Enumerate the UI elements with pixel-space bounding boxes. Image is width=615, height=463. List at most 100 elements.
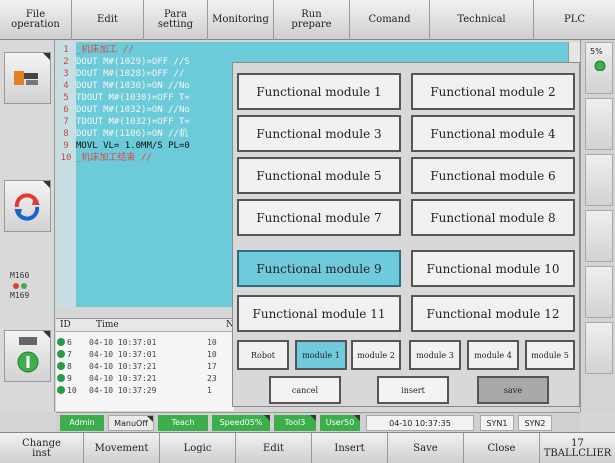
menu-technical[interactable]: Technical [430,0,534,40]
line-number: 4 [63,81,69,91]
line-code: DOUT M#(1028)=OFF // [76,69,185,79]
change-inst-button[interactable]: Change inst [0,433,84,463]
log-id: 10 [67,386,77,395]
status-speed[interactable]: Speed05% [212,415,270,431]
teach-pendant-button[interactable] [4,52,51,104]
log-row[interactable]: 6 04-10 10:37:01 10 [56,337,234,348]
coordinate-button[interactable] [4,180,51,232]
tab-module-1[interactable]: module 1 [295,340,347,370]
line-code: MOVL VL= 1.0MM/S PL=0 [76,141,190,151]
status-tool[interactable]: Tool3 [274,415,316,431]
insert-key-button[interactable]: Insert [312,433,388,463]
edit-button[interactable]: Edit [236,433,312,463]
robot-arm-icon [14,71,38,85]
menu-monitoring[interactable]: Monitoring [208,0,274,40]
module-button-6[interactable]: Functional module 6 [411,157,575,194]
log-row[interactable]: 9 04-10 10:37:21 23 [56,373,234,384]
line-code: _机床加工结束 // [76,153,152,163]
module-button-1[interactable]: Functional module 1 [237,73,401,110]
program-line[interactable]: 7 TDOUT M#(1032)=OFF T= [56,116,190,128]
program-line[interactable]: 8 DOUT M#(1106)=ON //机 [56,128,188,140]
right-slot-5[interactable] [585,266,613,318]
corner-notch [43,181,50,188]
corner-notch [310,415,316,421]
status-user: Admin [60,415,104,431]
io-counter-top: M160 [10,271,30,280]
log-n: 1 [207,386,212,395]
right-slot-2[interactable] [585,98,613,150]
log-time: 04-10 10:37:29 [89,386,157,395]
tab-robot[interactable]: Robot [237,340,289,370]
module-button-11[interactable]: Functional module 11 [237,295,401,332]
menu-plc[interactable]: PLC [534,0,615,40]
module-button-12[interactable]: Functional module 12 [411,295,575,332]
line-code: TDOUT M#(1030)=OFF T= [76,93,190,103]
menu-edit[interactable]: Edit [72,0,144,40]
log-row[interactable]: 10 04-10 10:37:29 1 [56,385,234,396]
line-code: DOUT M#(1032)=ON //No [76,105,190,115]
menu-run-prepare[interactable]: Run prepare [274,0,350,40]
tab-module-3[interactable]: module 3 [409,340,461,370]
module-button-10[interactable]: Functional module 10 [411,250,575,287]
gauge-icon [594,60,606,71]
log-id: 9 [67,374,72,383]
tab-module-4[interactable]: module 4 [467,340,519,370]
page-button[interactable]: 17 TBALLCLIER [540,433,615,463]
coordinate-arrows-icon [14,193,40,221]
movement-button[interactable]: Movement [84,433,160,463]
right-slot-3[interactable] [585,154,613,206]
menu-file-operation[interactable]: File operation [0,0,72,40]
right-slot-6[interactable] [585,322,613,374]
module-button-8[interactable]: Functional module 8 [411,199,575,236]
tab-module-5[interactable]: module 5 [525,340,575,370]
status-datetime: 04-10 10:37:35 [366,415,474,431]
cancel-button[interactable]: cancel [269,376,341,404]
info-icon [57,386,65,394]
info-icon [57,362,65,370]
module-button-5[interactable]: Functional module 5 [237,157,401,194]
program-line[interactable]: 3 DOUT M#(1028)=OFF // [56,68,184,80]
line-number: 10 [60,153,72,163]
module-button-7[interactable]: Functional module 7 [237,199,401,236]
menu-comand[interactable]: Comand [350,0,430,40]
save-key-button[interactable]: Save [388,433,464,463]
module-button-9[interactable]: Functional module 9 [237,250,401,287]
line-number: 5 [63,93,69,103]
log-row[interactable]: 7 04-10 10:37:01 10 [56,349,234,360]
line-code: DOUT M#(1030)=ON //No [76,81,190,91]
corner-notch [43,53,50,60]
log-n: 23 [207,374,217,383]
corner-notch [354,415,360,421]
program-line[interactable]: 2 DOUT M#(1029)=OFF //S [56,56,190,68]
logic-button[interactable]: Logic [160,433,236,463]
module-button-3[interactable]: Functional module 3 [237,115,401,152]
line-code: TDOUT M#(1032)=OFF T= [76,117,190,127]
program-line[interactable]: 6 DOUT M#(1032)=ON //No [56,104,190,116]
module-button-4[interactable]: Functional module 4 [411,115,575,152]
log-id: 7 [67,350,72,359]
io-status-icon [13,283,27,289]
program-line[interactable]: 4 DOUT M#(1030)=ON //No [56,80,190,92]
log-row[interactable]: 8 04-10 10:37:21 17 [56,361,234,372]
speed-indicator[interactable]: 5% [585,42,613,94]
tab-module-2[interactable]: module 2 [351,340,401,370]
module-button-2[interactable]: Functional module 2 [411,73,575,110]
close-button[interactable]: Close [464,433,540,463]
status-manual-mode[interactable]: ManuOff [108,415,154,431]
program-line[interactable]: 10 _机床加工结束 // [56,152,152,164]
program-line[interactable]: 1 _机床加工 // [56,44,133,56]
alarm-log: ID Time N 6 04-10 10:37:01 10 7 04-10 10:37… [56,318,234,411]
corner-notch [264,415,270,421]
status-user-frame[interactable]: User50 [320,415,360,431]
left-tool-column: M160 M169 [0,40,55,412]
save-button[interactable]: save [477,376,549,404]
right-slot-4[interactable] [585,210,613,262]
run-toggle-button[interactable] [4,330,51,382]
speed-label: 5% [590,47,603,56]
insert-button[interactable]: insert [377,376,449,404]
log-header-time: Time [96,320,119,330]
program-line[interactable]: 5 TDOUT M#(1030)=OFF T= [56,92,190,104]
menu-para-setting[interactable]: Para setting [144,0,208,40]
program-line-selected[interactable]: 9 MOVL VL= 1.0MM/S PL=0 [56,140,190,152]
line-number: 9 [63,141,69,151]
